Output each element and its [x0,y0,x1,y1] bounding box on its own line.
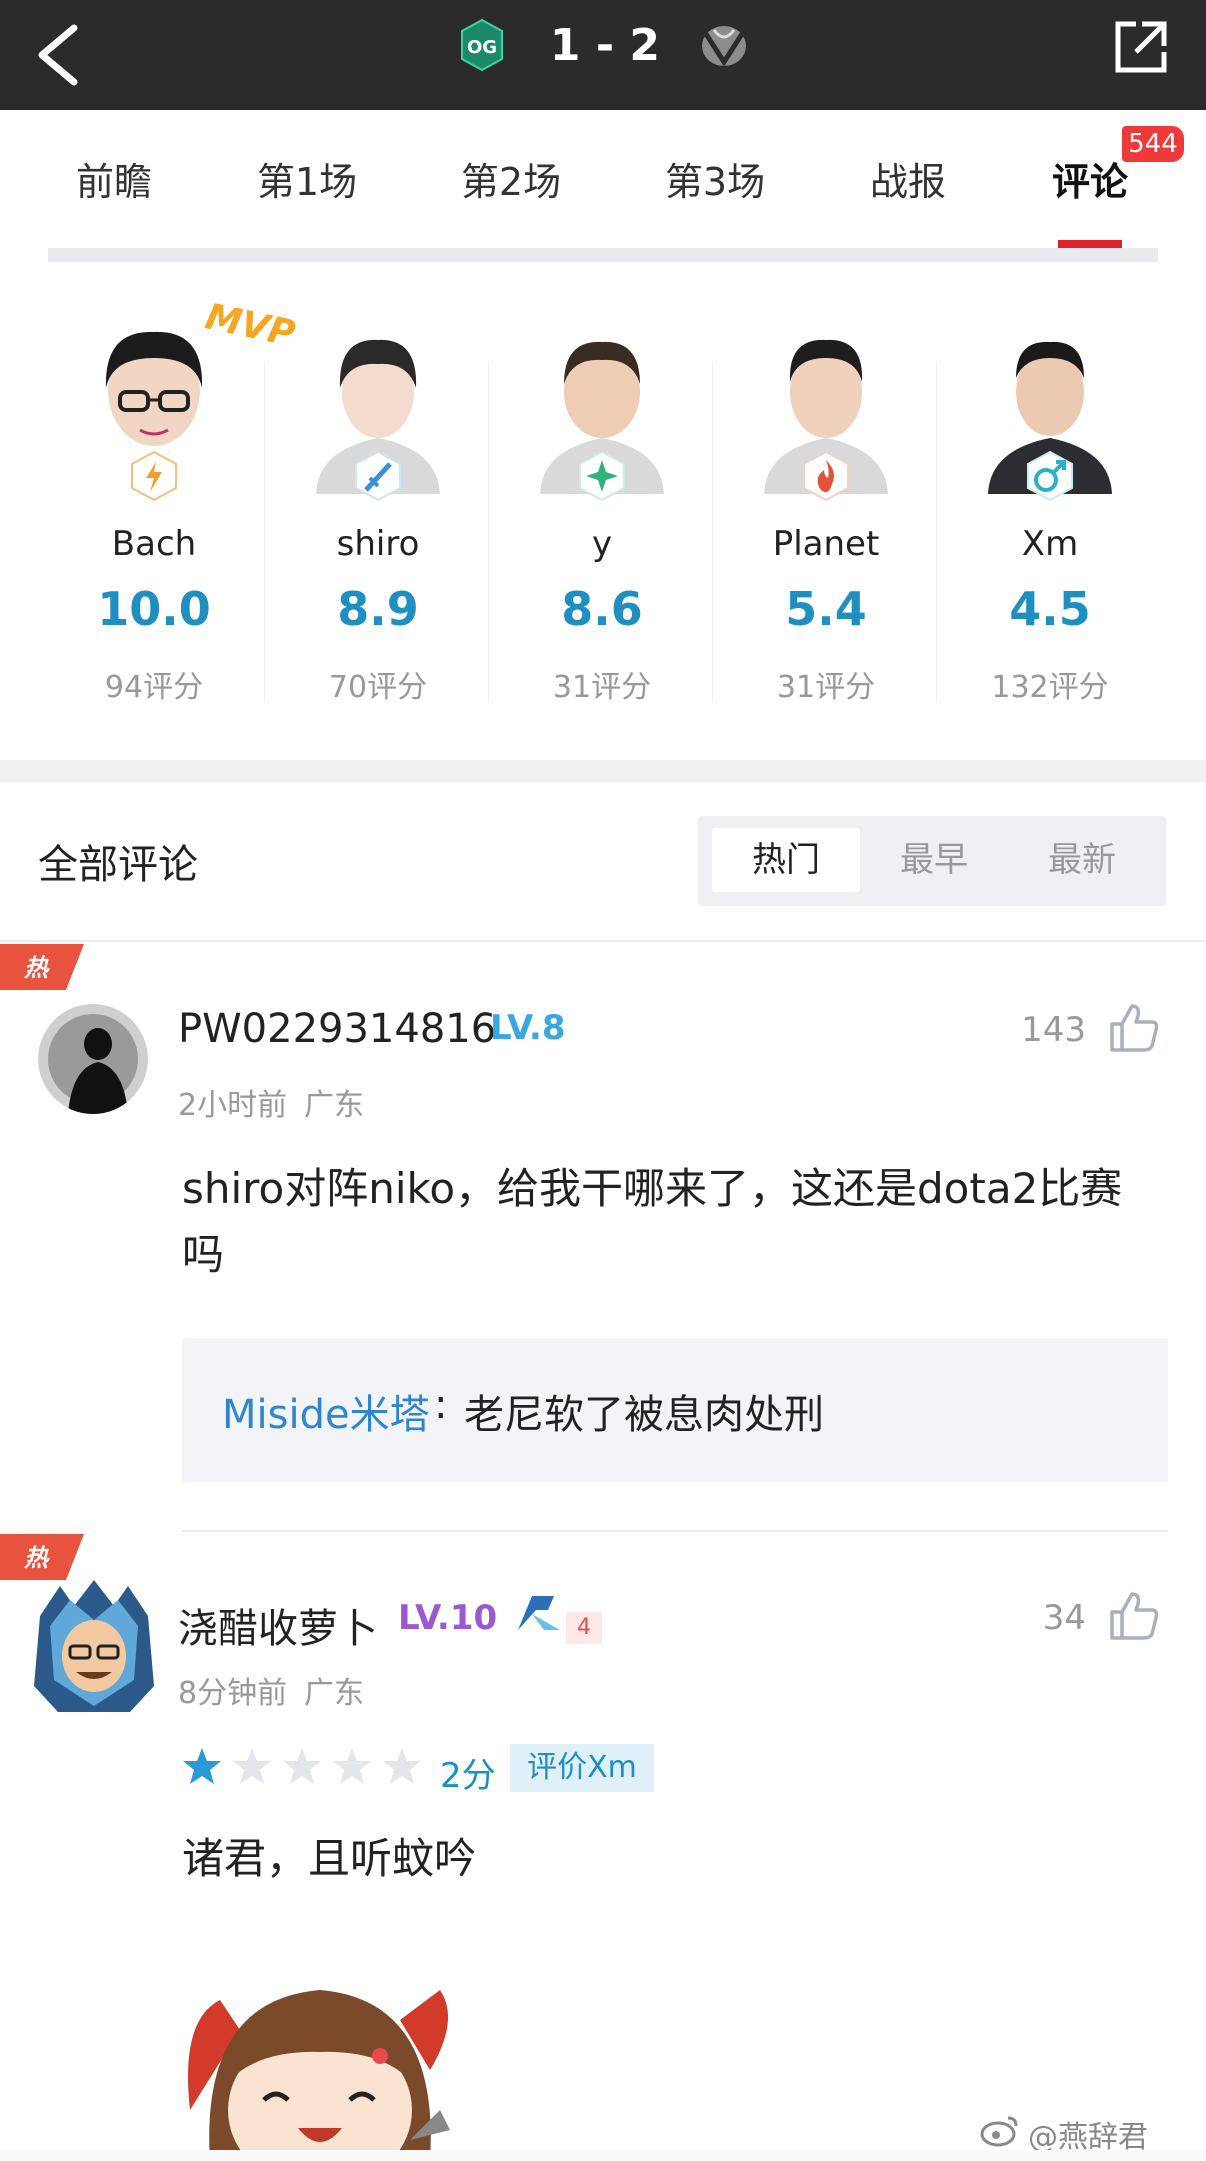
bottom-edge [0,2150,1206,2161]
player-name: Bach [111,524,197,564]
comment-username[interactable]: 浇醋收萝卜 [178,1596,378,1654]
thumbs-up-icon[interactable] [1108,1590,1160,1642]
comment-location: 广东 [304,1088,364,1123]
comment-username[interactable]: PW0229314816 [178,1006,496,1052]
tab-bar: 前瞻 第1场 第2场 第3场 战报 评论 544 [0,110,1206,250]
thumbs-up-icon[interactable] [1108,1002,1160,1054]
section-gap [0,760,1206,782]
tab-game-2[interactable]: 第2场 [456,152,566,212]
divider [182,1530,1168,1532]
rating-target-tag[interactable]: 评价Xm [510,1744,654,1792]
hot-tag-icon: 热 [0,944,84,990]
player-card-planet[interactable]: Planet 5.4 31评分 [714,262,938,732]
reply-separator: : [434,1382,448,1428]
top-bar: OG 1 - 2 [0,0,1206,110]
reply-preview[interactable]: Miside米塔 : 老尼软了被息肉处刑 [182,1338,1168,1482]
star-empty-icon [233,1748,271,1784]
comments-title: 全部评论 [38,842,198,888]
reply-text: 老尼软了被息肉处刑 [464,1392,824,1438]
user-level-badge: LV.8 [490,1008,566,1048]
comment-text: 诸君，且听蚊吟 [182,1834,477,1883]
rating-score: 2分 [440,1756,496,1796]
back-icon[interactable] [28,20,92,90]
mid-role-icon [355,450,401,502]
player-score: 5.4 [785,582,867,636]
player-name: Xm [1021,524,1079,564]
sort-earliest-button[interactable]: 最早 [860,828,1008,892]
comment-text-line2: 吗 [182,1230,225,1279]
tab-shadow [48,248,1158,262]
like-count: 34 [1042,1598,1086,1638]
cartoon-sticker-image [188,1990,450,2161]
tab-game-1[interactable]: 第1场 [252,152,362,212]
comment-time: 2小时前 [178,1088,288,1123]
tab-preview[interactable]: 前瞻 [64,152,164,212]
user-avatar[interactable] [38,1004,148,1114]
player-rating-count: 94评分 [104,670,204,705]
tab-report[interactable]: 战报 [858,152,958,212]
svg-text:热: 热 [23,1544,50,1572]
player-card-y[interactable]: y 8.6 31评分 [490,262,714,732]
player-ratings: MVP Bach 10.0 94评分 shiro 8.9 70评分 y 8.6 … [0,262,1206,760]
player-score: 8.9 [337,582,419,636]
player-name: shiro [336,524,420,564]
player-score: 8.6 [561,582,643,636]
user-avatar[interactable] [30,1576,158,1716]
og-team-logo-icon: OG [461,18,503,72]
user-level-badge: LV.10 [398,1598,498,1638]
player-rating-count: 132评分 [991,670,1109,705]
comment-time: 8分钟前 [178,1676,288,1711]
star-empty-icon [333,1748,371,1784]
hard-support-role-icon [1027,450,1073,502]
player-card-xm[interactable]: Xm 4.5 132评分 [938,262,1162,732]
vg-team-logo-icon [702,26,746,67]
comment-text: shiro对阵niko，给我干哪来了，这还是dota2比赛 [182,1164,1123,1213]
player-card-shiro[interactable]: shiro 8.9 70评分 [266,262,490,732]
player-score: 10.0 [97,582,211,636]
sort-newest-button[interactable]: 最新 [1008,828,1156,892]
tab-game-3[interactable]: 第3场 [660,152,770,212]
comment-count-badge: 544 [1122,126,1184,162]
weibo-logo-icon [980,2116,1018,2147]
match-score: 1 - 2 [549,20,661,71]
svg-text:OG: OG [467,37,497,58]
player-rating-count: 31评分 [776,670,876,705]
divider [712,362,713,702]
player-score: 4.5 [1009,582,1091,636]
svg-text:热: 热 [23,954,50,982]
sort-hot-button[interactable]: 热门 [712,828,860,892]
divider [0,940,1206,942]
carry-role-icon [131,450,177,502]
fan-level-number: 4 [566,1612,602,1644]
reply-username[interactable]: Miside米塔 [222,1382,430,1440]
divider [936,362,937,702]
like-count: 143 [1021,1010,1086,1050]
player-card-bach[interactable]: MVP Bach 10.0 94评分 [42,262,298,732]
star-empty-icon [283,1748,321,1784]
player-name: y [591,524,613,564]
active-tab-indicator [1058,240,1122,248]
player-rating-count: 31评分 [552,670,652,705]
offlane-role-icon [803,450,849,502]
player-rating-count: 70评分 [328,670,428,705]
hot-tag-icon: 热 [0,1534,84,1580]
comment-location: 广东 [304,1676,364,1711]
share-icon[interactable] [1112,18,1170,76]
divider [264,362,265,702]
divider [488,362,489,702]
player-name: Planet [772,524,880,564]
star-empty-icon [383,1748,421,1784]
support-role-icon [579,450,625,502]
sort-options: 热门 最早 最新 [698,816,1166,906]
star-filled-icon [183,1748,221,1784]
fan-team-logo-icon [518,1596,560,1630]
